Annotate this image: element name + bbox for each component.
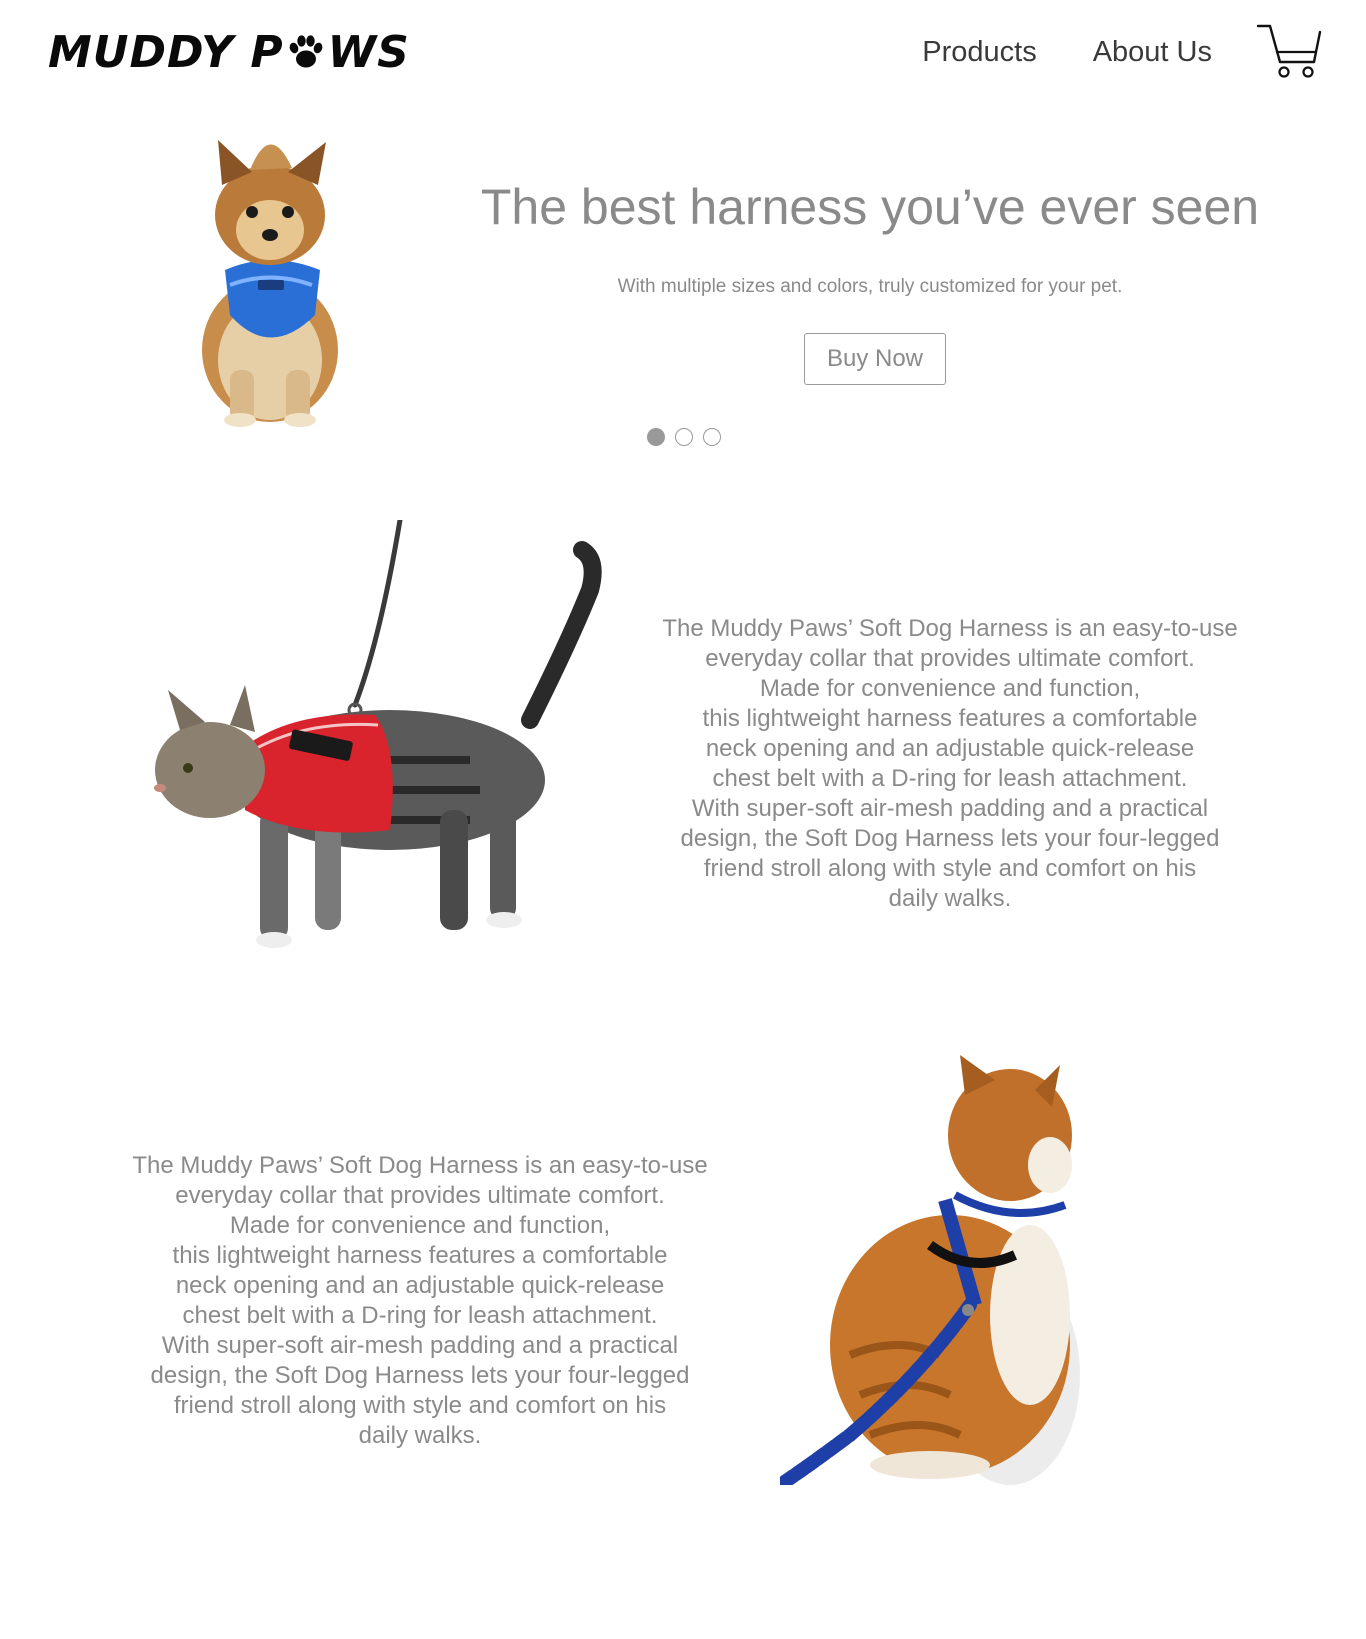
feature-2-line: With super-soft air-mesh padding and a p… bbox=[161, 1332, 679, 1359]
feature-1-line: chest belt with a D-ring for leash attac… bbox=[712, 765, 1188, 792]
feature-1-line: friend stroll along with style and comfo… bbox=[703, 855, 1197, 882]
cat-red-harness-image bbox=[154, 520, 602, 948]
feature-1-line: Made for convenience and function, bbox=[759, 675, 1141, 702]
feature-2-line: everyday collar that provides ultimate c… bbox=[175, 1182, 665, 1209]
feature-2-line: design, the Soft Dog Harness lets your f… bbox=[150, 1362, 690, 1389]
carousel-dot-3[interactable] bbox=[703, 428, 721, 446]
hero-title: The best harness you’ve ever seen bbox=[480, 179, 1260, 235]
page: MUDDY P WS Products About Us The best ha… bbox=[0, 0, 1366, 1639]
dog-harness-image bbox=[202, 140, 338, 427]
feature-1-line: everyday collar that provides ultimate c… bbox=[705, 645, 1195, 672]
main-nav: Products About Us bbox=[922, 30, 1212, 74]
feature-1-line: With super-soft air-mesh padding and a p… bbox=[691, 795, 1209, 822]
carousel-dot-1[interactable] bbox=[647, 428, 665, 446]
buy-now-button[interactable]: Buy Now bbox=[804, 333, 946, 385]
hero-subtitle: With multiple sizes and colors, truly cu… bbox=[617, 276, 1123, 297]
header: MUDDY P WS Products About Us bbox=[0, 0, 1366, 100]
cat-blue-leash-image bbox=[780, 1055, 1080, 1485]
nav-link-products[interactable]: Products bbox=[922, 36, 1036, 69]
logo-text-right: WS bbox=[327, 26, 410, 78]
feature-2-line: this lightweight harness features a comf… bbox=[172, 1242, 668, 1269]
feature-description-1: The Muddy Paws’ Soft Dog Harness is an e… bbox=[640, 614, 1260, 914]
feature-1-line: daily walks. bbox=[888, 885, 1012, 912]
paw-icon bbox=[289, 35, 322, 68]
feature-2-line: The Muddy Paws’ Soft Dog Harness is an e… bbox=[132, 1152, 708, 1179]
feature-1-line: design, the Soft Dog Harness lets your f… bbox=[680, 825, 1220, 852]
feature-1-line: neck opening and an adjustable quick-rel… bbox=[705, 735, 1195, 762]
feature-2-line: neck opening and an adjustable quick-rel… bbox=[175, 1272, 665, 1299]
logo[interactable]: MUDDY P WS bbox=[48, 26, 410, 78]
feature-2-line: daily walks. bbox=[358, 1422, 482, 1449]
logo-text-left: MUDDY P bbox=[48, 26, 284, 78]
feature-2-line: Made for convenience and function, bbox=[229, 1212, 611, 1239]
feature-1-line: The Muddy Paws’ Soft Dog Harness is an e… bbox=[662, 615, 1238, 642]
carousel-dot-2[interactable] bbox=[675, 428, 693, 446]
cart-icon[interactable] bbox=[1256, 22, 1322, 80]
carousel-dots bbox=[647, 428, 731, 446]
feature-2-line: friend stroll along with style and comfo… bbox=[173, 1392, 667, 1419]
feature-description-2: The Muddy Paws’ Soft Dog Harness is an e… bbox=[110, 1151, 730, 1451]
nav-link-about-us[interactable]: About Us bbox=[1093, 36, 1212, 69]
feature-1-line: this lightweight harness features a comf… bbox=[702, 705, 1198, 732]
feature-2-line: chest belt with a D-ring for leash attac… bbox=[182, 1302, 658, 1329]
